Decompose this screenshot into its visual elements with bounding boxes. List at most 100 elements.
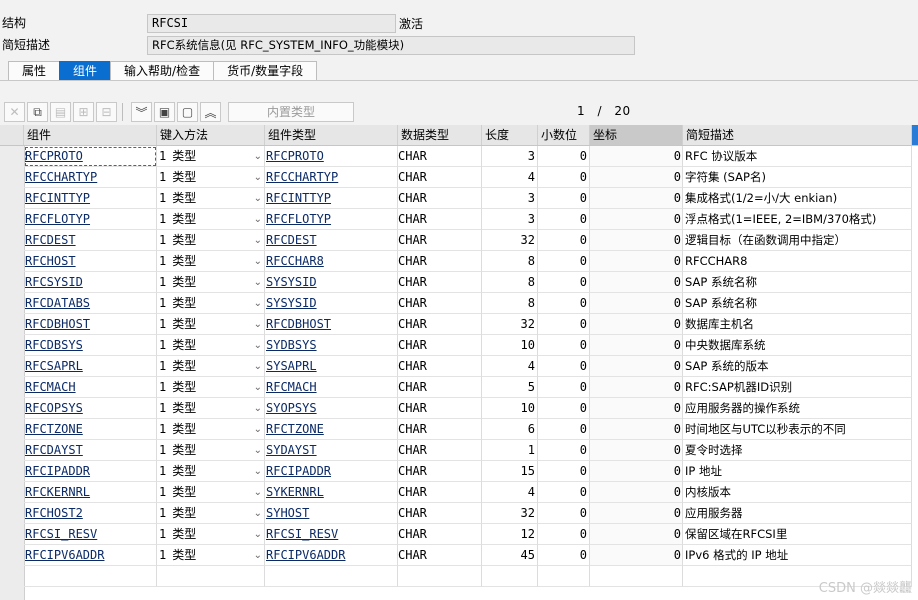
component-cell[interactable]: RFCPROTO (24, 146, 157, 167)
col-header-short-desc[interactable]: 简短描述 (683, 125, 912, 145)
component-type-cell[interactable]: RFCIPV6ADDR (265, 545, 398, 566)
chevron-down-icon[interactable]: ⌄ (254, 545, 262, 565)
entry-method-select[interactable]: 1 类型 ⌄ (157, 545, 265, 566)
table-row[interactable]: RFCIPADDR 1 类型 ⌄ RFCIPADDR CHAR 15 0 0 IP 地址 (0, 461, 918, 482)
component-type-cell[interactable]: SYSYSID (265, 272, 398, 293)
entry-method-select[interactable]: 1 类型 ⌄ (157, 272, 265, 293)
table-row[interactable]: RFCOPSYS 1 类型 ⌄ SYOPSYS CHAR 10 0 0 应用服务器的操作系统 (0, 398, 918, 419)
chevron-down-icon[interactable]: ⌄ (254, 293, 262, 313)
component-type-cell[interactable]: RFCSI_RESV (265, 524, 398, 545)
entry-method-select[interactable]: 1 类型 ⌄ (157, 377, 265, 398)
coord-cell[interactable]: 0 (590, 209, 683, 230)
col-header-entry-method[interactable]: 键入方法 (157, 125, 265, 145)
chevron-down-icon[interactable]: ⌄ (254, 314, 262, 334)
component-cell[interactable]: RFCHOST2 (24, 503, 157, 524)
entry-method-select[interactable]: 1 类型 ⌄ (157, 167, 265, 188)
chevron-down-icon[interactable]: ⌄ (254, 146, 262, 166)
coord-cell[interactable]: 0 (590, 314, 683, 335)
table-row[interactable]: RFCMACH 1 类型 ⌄ RFCMACH CHAR 5 0 0 RFC:SAP机器ID识别 (0, 377, 918, 398)
chevron-down-icon[interactable]: ⌄ (254, 377, 262, 397)
chevron-down-icon[interactable]: ⌄ (254, 419, 262, 439)
table-row[interactable]: RFCDBSYS 1 类型 ⌄ SYDBSYS CHAR 10 0 0 中央数据库系统 (0, 335, 918, 356)
col-header-data-type[interactable]: 数据类型 (398, 125, 482, 145)
entry-method-select[interactable]: 1 类型 ⌄ (157, 293, 265, 314)
component-type-cell[interactable]: RFCIPADDR (265, 461, 398, 482)
entry-method-select[interactable]: 1 类型 ⌄ (157, 503, 265, 524)
insert-row-icon[interactable]: ⊞ (73, 102, 94, 122)
chevron-down-icon[interactable]: ⌄ (254, 335, 262, 355)
component-cell[interactable]: RFCMACH (24, 377, 157, 398)
coord-cell[interactable]: 0 (590, 440, 683, 461)
coord-cell[interactable]: 0 (590, 461, 683, 482)
component-cell[interactable]: RFCDEST (24, 230, 157, 251)
component-cell[interactable]: RFCFLOTYP (24, 209, 157, 230)
short-desc-field[interactable]: RFC系统信息(见 RFC_SYSTEM_INFO_功能模块) (147, 36, 635, 55)
tab-input-help[interactable]: 输入帮助/检查 (110, 61, 215, 81)
component-type-cell[interactable]: SYKERNRL (265, 482, 398, 503)
entry-method-select[interactable]: 1 类型 ⌄ (157, 251, 265, 272)
entry-method-select[interactable]: 1 类型 ⌄ (157, 335, 265, 356)
table-row[interactable]: RFCPROTO 1 类型 ⌄ RFCPROTO CHAR 3 0 0 RFC 协议版本 (0, 146, 918, 167)
tab-components[interactable]: 组件 (59, 61, 112, 81)
table-row[interactable]: RFCSI_RESV 1 类型 ⌄ RFCSI_RESV CHAR 12 0 0 保留区域在RFC… (0, 524, 918, 545)
component-type-cell[interactable]: SYDAYST (265, 440, 398, 461)
component-cell[interactable]: RFCINTTYP (24, 188, 157, 209)
component-type-cell[interactable]: RFCINTTYP (265, 188, 398, 209)
column-settings-icon[interactable] (912, 125, 918, 145)
component-cell[interactable]: RFCOPSYS (24, 398, 157, 419)
component-cell[interactable]: RFCKERNRL (24, 482, 157, 503)
empty-cell[interactable] (157, 566, 265, 587)
entry-method-select[interactable]: 1 类型 ⌄ (157, 188, 265, 209)
component-type-cell[interactable]: SYSYSID (265, 293, 398, 314)
empty-cell[interactable] (538, 566, 590, 587)
row-selector-header[interactable] (0, 125, 24, 145)
table-row[interactable]: RFCHOST 1 类型 ⌄ RFCCHAR8 CHAR 8 0 0 RFCCHAR8 (0, 251, 918, 272)
component-cell[interactable]: RFCSYSID (24, 272, 157, 293)
empty-cell[interactable] (265, 566, 398, 587)
expand-down-icon[interactable]: ︾ (131, 102, 152, 122)
coord-cell[interactable]: 0 (590, 335, 683, 356)
cut-icon[interactable]: ✕ (4, 102, 25, 122)
table-row[interactable]: RFCSYSID 1 类型 ⌄ SYSYSID CHAR 8 0 0 SAP 系统名称 (0, 272, 918, 293)
component-cell[interactable]: RFCSI_RESV (24, 524, 157, 545)
table-row[interactable]: RFCDEST 1 类型 ⌄ RFCDEST CHAR 32 0 0 逻辑目标（在函数调用中指定） (0, 230, 918, 251)
component-cell[interactable]: RFCDAYST (24, 440, 157, 461)
col-header-component-type[interactable]: 组件类型 (265, 125, 398, 145)
paste-icon[interactable]: ▤ (50, 102, 71, 122)
coord-cell[interactable]: 0 (590, 545, 683, 566)
chevron-down-icon[interactable]: ⌄ (254, 167, 262, 187)
table-row[interactable]: RFCDBHOST 1 类型 ⌄ RFCDBHOST CHAR 32 0 0 数据库主机名 (0, 314, 918, 335)
select-all-icon[interactable]: ▣ (154, 102, 175, 122)
component-type-cell[interactable]: RFCFLOTYP (265, 209, 398, 230)
component-type-cell[interactable]: RFCDEST (265, 230, 398, 251)
entry-method-select[interactable]: 1 类型 ⌄ (157, 209, 265, 230)
table-row[interactable]: RFCINTTYP 1 类型 ⌄ RFCINTTYP CHAR 3 0 0 集成格式(1/2=小/… (0, 188, 918, 209)
tab-attributes[interactable]: 属性 (8, 61, 61, 81)
component-type-cell[interactable]: SYSAPRL (265, 356, 398, 377)
builtin-type-button[interactable]: 内置类型 (228, 102, 354, 122)
entry-method-select[interactable]: 1 类型 ⌄ (157, 146, 265, 167)
empty-cell[interactable] (398, 566, 482, 587)
coord-cell[interactable]: 0 (590, 167, 683, 188)
empty-cell[interactable] (482, 566, 538, 587)
component-cell[interactable]: RFCSAPRL (24, 356, 157, 377)
entry-method-select[interactable]: 1 类型 ⌄ (157, 230, 265, 251)
entry-method-select[interactable]: 1 类型 ⌄ (157, 419, 265, 440)
chevron-down-icon[interactable]: ⌄ (254, 398, 262, 418)
entry-method-select[interactable]: 1 类型 ⌄ (157, 440, 265, 461)
structure-field[interactable]: RFCSI (147, 14, 396, 33)
col-header-coord[interactable]: 坐标 (590, 125, 683, 145)
component-cell[interactable]: RFCDBHOST (24, 314, 157, 335)
table-row[interactable]: RFCDATABS 1 类型 ⌄ SYSYSID CHAR 8 0 0 SAP 系统名称 (0, 293, 918, 314)
copy-icon[interactable]: ⧉ (27, 102, 48, 122)
component-cell[interactable]: RFCIPV6ADDR (24, 545, 157, 566)
col-header-length[interactable]: 长度 (482, 125, 538, 145)
table-row[interactable]: RFCHOST2 1 类型 ⌄ SYHOST CHAR 32 0 0 应用服务器 (0, 503, 918, 524)
empty-cell[interactable] (24, 566, 157, 587)
chevron-down-icon[interactable]: ⌄ (254, 251, 262, 271)
delete-row-icon[interactable]: ⊟ (96, 102, 117, 122)
component-cell[interactable]: RFCDBSYS (24, 335, 157, 356)
chevron-down-icon[interactable]: ⌄ (254, 440, 262, 460)
coord-cell[interactable]: 0 (590, 188, 683, 209)
entry-method-select[interactable]: 1 类型 ⌄ (157, 482, 265, 503)
